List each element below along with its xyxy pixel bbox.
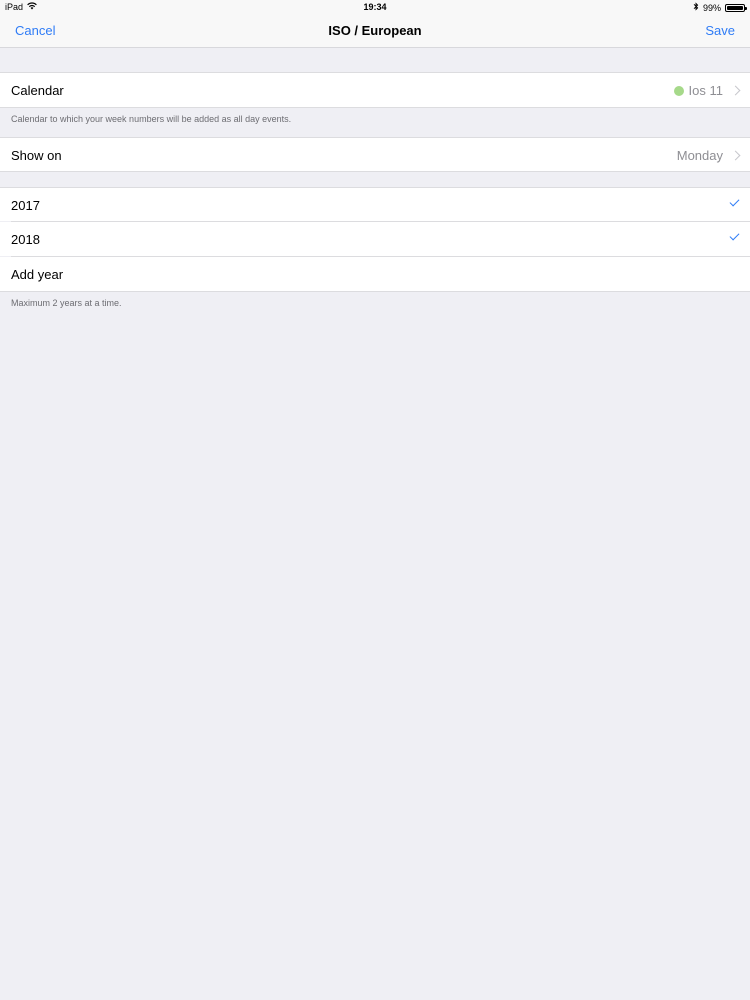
calendar-footer-text: Calendar to which your week numbers will…	[11, 114, 292, 124]
battery-percent: 99%	[702, 2, 721, 13]
checkmark-icon	[729, 230, 740, 241]
save-button[interactable]: Save	[705, 23, 735, 38]
status-bar: iPad 19:34 99%	[0, 0, 750, 14]
calendar-row-value-group: Ios 11	[673, 83, 741, 98]
chevron-right-icon	[730, 150, 741, 161]
page-title: ISO / European	[328, 23, 422, 38]
separator	[0, 107, 750, 108]
years-footer-text: Maximum 2 years at a time.	[11, 298, 122, 308]
status-time: 19:34	[363, 2, 387, 12]
calendar-row-value: Ios 11	[688, 83, 723, 98]
battery-icon	[725, 3, 747, 12]
calendar-color-dot-icon	[673, 85, 684, 96]
year-check-group	[729, 196, 740, 207]
add-year-label: Add year	[11, 267, 64, 282]
show-on-row[interactable]: Show on Monday	[0, 138, 750, 171]
year-row-2018[interactable]: 2018	[0, 222, 750, 256]
year-check-group	[729, 230, 740, 241]
status-right: 99%	[693, 2, 747, 13]
chevron-right-icon	[730, 85, 741, 96]
show-on-row-label: Show on	[11, 148, 62, 163]
separator	[0, 171, 750, 172]
show-on-row-value: Monday	[676, 148, 723, 163]
separator	[0, 291, 750, 292]
battery-level	[727, 5, 743, 10]
year-label: 2017	[11, 198, 40, 213]
navigation-bar: Cancel ISO / European Save	[0, 14, 750, 48]
show-on-row-value-group: Monday	[676, 148, 741, 163]
calendar-row[interactable]: Calendar Ios 11	[0, 73, 750, 107]
year-row-2017[interactable]: 2017	[0, 188, 750, 221]
checkmark-icon	[729, 196, 740, 207]
add-year-row[interactable]: Add year	[0, 257, 750, 291]
calendar-row-label: Calendar	[11, 83, 64, 98]
bluetooth-icon	[693, 2, 699, 13]
year-label: 2018	[11, 232, 40, 247]
